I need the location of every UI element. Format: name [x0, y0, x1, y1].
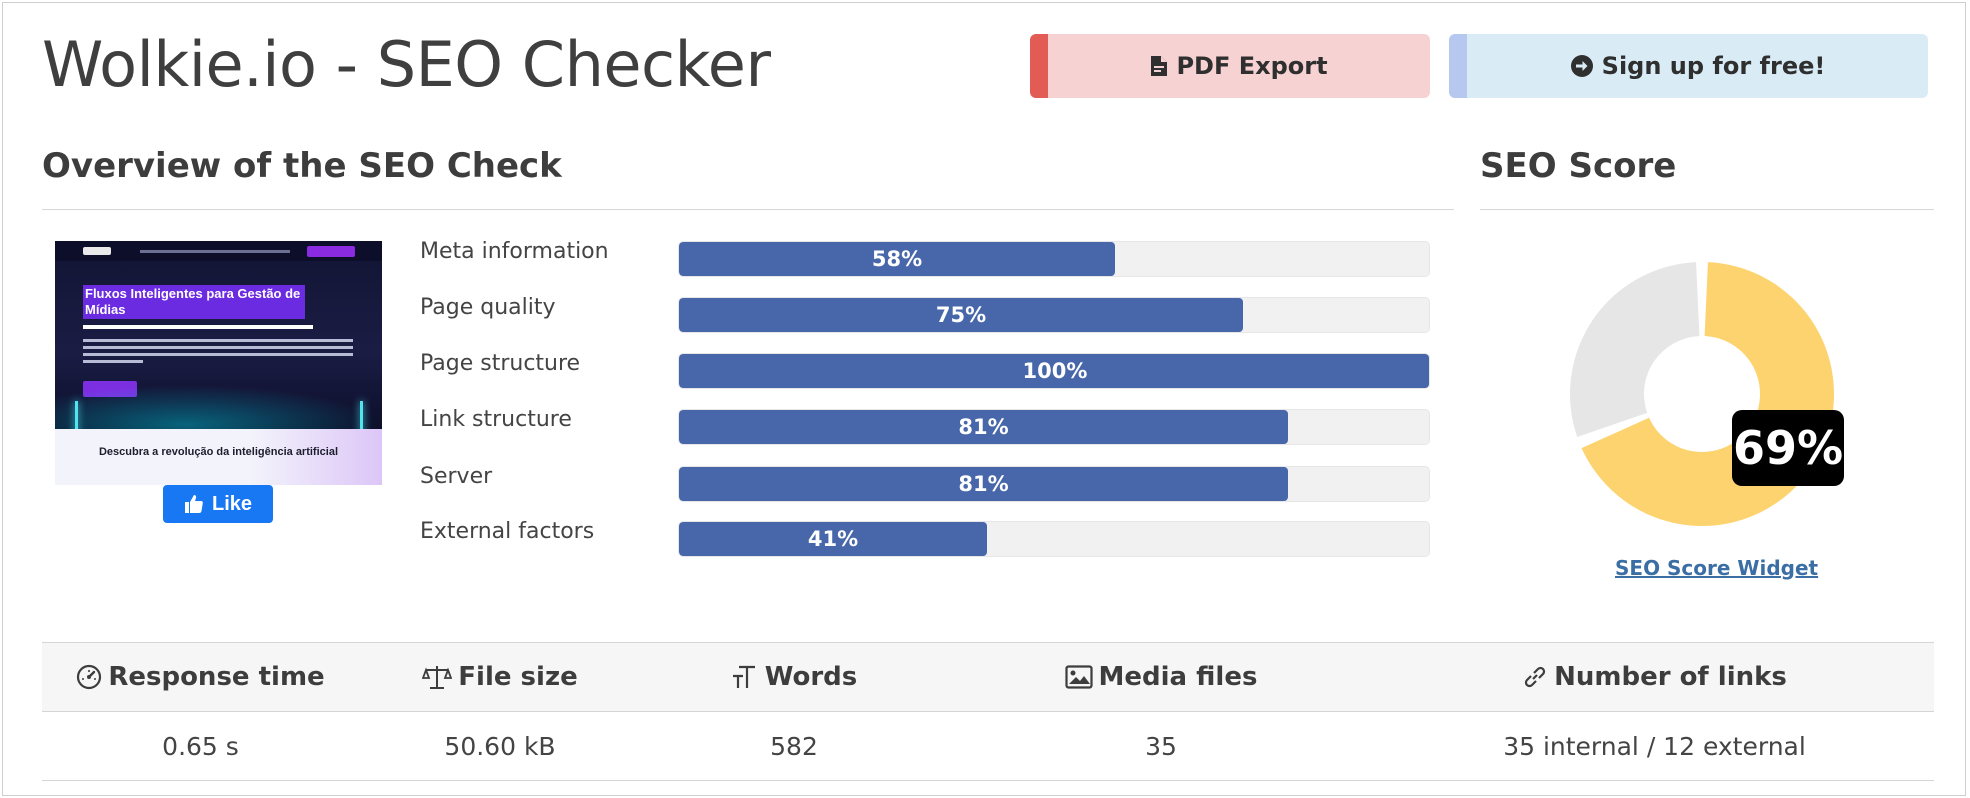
score-remainder-arc [1570, 262, 1700, 438]
metric-progress-bar: 81% [678, 409, 1430, 445]
metric-progress-bar: 81% [678, 466, 1430, 502]
stat-value-words: 582 [770, 731, 818, 761]
screenshot-text-line [83, 360, 143, 363]
seo-score-donut-chart [1570, 262, 1834, 526]
file-pdf-icon [1150, 55, 1168, 77]
stat-header-label: File size [458, 662, 578, 692]
screenshot-text-line [83, 353, 353, 356]
stat-value-response-time: 0.65 s [162, 731, 239, 761]
screenshot-glow [55, 385, 382, 429]
like-label: Like [211, 492, 253, 515]
stat-header-label: Words [764, 662, 858, 692]
screenshot-hero-title: Fluxos Inteligentes para Gestão de Mídia… [85, 286, 301, 317]
stats-header-row: Response time File size Words Media file… [42, 642, 1934, 712]
gauge-icon [76, 664, 102, 690]
signup-button[interactable]: Sign up for free! [1449, 34, 1928, 98]
stat-header-response-time: Response time [42, 643, 359, 711]
balance-scale-icon [422, 664, 453, 690]
pdf-export-button[interactable]: PDF Export [1030, 34, 1430, 98]
screenshot-navbar [55, 241, 382, 261]
signup-label: Sign up for free! [1601, 52, 1826, 80]
screenshot-text-line [83, 339, 353, 342]
facebook-like-button[interactable]: Like [163, 485, 273, 523]
metric-label: External factors [420, 519, 595, 544]
metric-label: Page structure [420, 351, 581, 376]
website-screenshot: Fluxos Inteligentes para Gestão de Mídia… [55, 241, 382, 485]
screenshot-lower-section: Descubra a revolução da inteligência art… [55, 429, 382, 485]
stat-header-number-of-links: Number of links [1375, 643, 1934, 711]
screenshot-hero: Fluxos Inteligentes para Gestão de Mídia… [55, 261, 382, 437]
screenshot-text-line [83, 346, 353, 349]
page-title: Wolkie.io - SEO Checker [42, 28, 771, 101]
screenshot-lower-title: Descubra a revolução da inteligência art… [98, 446, 339, 458]
overview-heading: Overview of the SEO Check [42, 146, 562, 186]
arrow-circle-right-icon [1570, 54, 1594, 78]
metric-progress-bar: 75% [678, 297, 1430, 333]
stat-header-label: Response time [108, 662, 325, 692]
stat-header-label: Number of links [1554, 662, 1787, 692]
screenshot-hero-subtitle [83, 325, 313, 329]
screenshot-hero-title-box: Fluxos Inteligentes para Gestão de Mídia… [83, 285, 305, 319]
metric-label: Link structure [420, 407, 572, 432]
pdf-export-label: PDF Export [1176, 52, 1328, 80]
metric-label: Page quality [420, 295, 556, 320]
metric-progress-fill: 75% [679, 298, 1243, 332]
seo-score-divider [1480, 209, 1934, 210]
stat-value-media-files: 35 [1145, 731, 1177, 761]
overview-divider [42, 209, 1454, 210]
metric-progress-fill: 81% [679, 410, 1288, 444]
seo-score-widget-link[interactable]: SEO Score Widget [1615, 556, 1818, 580]
screenshot-nav-button [307, 246, 355, 257]
screenshot-nav-links [140, 250, 290, 253]
stats-table: Response time File size Words Media file… [42, 642, 1934, 781]
thumbs-up-icon [184, 494, 204, 514]
text-height-icon [731, 663, 759, 691]
stats-value-row: 0.65 s 50.60 kB 582 35 35 internal / 12 … [42, 712, 1934, 781]
metric-progress-fill: 81% [679, 467, 1288, 501]
stat-header-file-size: File size [359, 643, 641, 711]
image-icon [1064, 665, 1093, 689]
metric-label: Meta information [420, 239, 609, 264]
metric-progress-bar: 100% [678, 353, 1430, 389]
stat-value-file-size: 50.60 kB [444, 731, 556, 761]
metric-progress-fill: 41% [679, 522, 987, 556]
seo-score-heading: SEO Score [1480, 146, 1677, 186]
screenshot-logo [83, 247, 111, 255]
metric-progress-bar: 58% [678, 241, 1430, 277]
metric-progress-bar: 41% [678, 521, 1430, 557]
link-icon [1522, 664, 1548, 690]
stat-header-words: Words [641, 643, 947, 711]
stat-header-label: Media files [1098, 662, 1258, 692]
stat-value-number-of-links: 35 internal / 12 external [1503, 731, 1806, 761]
metric-progress-fill: 100% [679, 354, 1429, 388]
seo-score-value: 69% [1732, 410, 1844, 486]
metric-progress-fill: 58% [679, 242, 1115, 276]
metric-label: Server [420, 464, 493, 489]
stat-header-media-files: Media files [947, 643, 1375, 711]
